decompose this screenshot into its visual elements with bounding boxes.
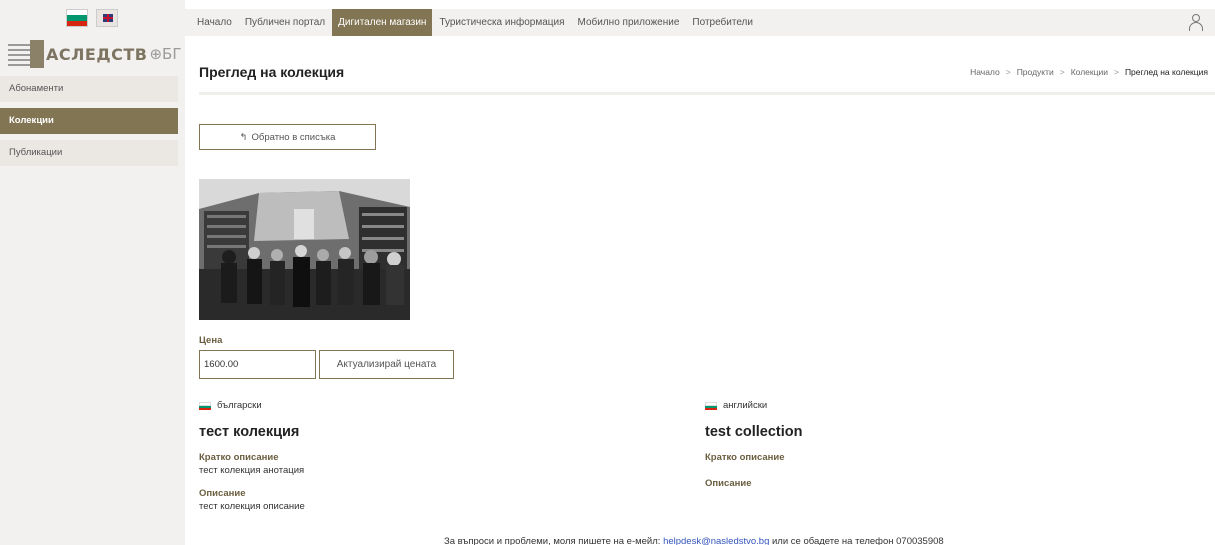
chevron-right-icon: > bbox=[1005, 67, 1011, 77]
price-input[interactable] bbox=[199, 350, 316, 379]
breadcrumb-home[interactable]: Начало bbox=[970, 67, 1000, 77]
collection-name-bg: тест колекция bbox=[199, 424, 300, 440]
footer-contact: За въпроси и проблеми, моля пишете на е-… bbox=[444, 536, 944, 545]
sidebar: АСЛЕДСТВ ⊕БГ Абонаменти Колекции Публика… bbox=[0, 0, 185, 545]
short-description-value-bg: тест колекция анотация bbox=[199, 465, 305, 476]
sidebar-item-collections[interactable]: Колекции bbox=[0, 108, 178, 134]
bulgarian-section: български тест колекция Кратко описание … bbox=[199, 400, 499, 512]
breadcrumb-current: Преглед на колекция bbox=[1124, 67, 1208, 77]
collection-name-en: test collection bbox=[705, 424, 803, 440]
nav-item-home[interactable]: Начало bbox=[197, 9, 232, 36]
breadcrumb-collections[interactable]: Колекции bbox=[1071, 67, 1108, 77]
logo[interactable]: АСЛЕДСТВ ⊕БГ bbox=[8, 40, 181, 68]
nav-item-digital-store[interactable]: Дигитален магазин bbox=[332, 9, 433, 36]
bulgarian-flag-icon bbox=[705, 401, 717, 410]
bulgarian-language-label: български bbox=[217, 400, 262, 411]
breadcrumb: Начало > Продукти > Колекции > Преглед н… bbox=[970, 67, 1208, 77]
collection-photo-illustration bbox=[199, 179, 410, 320]
return-arrow-icon: ↰ bbox=[239, 131, 248, 143]
user-icon[interactable] bbox=[1189, 14, 1203, 31]
short-description-label-bg: Кратко описание bbox=[199, 452, 279, 463]
title-divider bbox=[199, 92, 1215, 95]
chevron-right-icon: > bbox=[1113, 67, 1119, 77]
sidebar-item-subscriptions[interactable]: Абонаменти bbox=[0, 76, 178, 102]
price-label: Цена bbox=[199, 335, 223, 346]
breadcrumb-products[interactable]: Продукти bbox=[1017, 67, 1054, 77]
nav-item-users[interactable]: Потребители bbox=[692, 9, 753, 36]
back-to-list-button[interactable]: ↰ Обратно в списъка bbox=[199, 124, 376, 150]
collection-image bbox=[199, 179, 410, 320]
sidebar-item-publications[interactable]: Публикации bbox=[0, 140, 178, 166]
short-description-label-en: Кратко описание bbox=[705, 452, 785, 463]
back-to-list-label: Обратно в списъка bbox=[251, 131, 336, 143]
english-language-header: английски bbox=[705, 400, 1005, 411]
nav-item-tourist-info[interactable]: Туристическа информация bbox=[439, 9, 564, 36]
logo-text: АСЛЕДСТВ bbox=[46, 44, 148, 64]
logo-tail: ⊕БГ bbox=[149, 45, 182, 63]
bulgarian-flag-icon bbox=[199, 401, 211, 410]
description-label-en: Описание bbox=[705, 478, 752, 489]
nav-item-mobile-app[interactable]: Мобилно приложение bbox=[578, 9, 680, 36]
english-section: английски test collection Кратко описани… bbox=[705, 400, 1005, 489]
sidebar-menu: Абонаменти Колекции Публикации bbox=[0, 76, 178, 172]
bulgarian-language-header: български bbox=[199, 400, 499, 411]
language-switcher bbox=[66, 9, 118, 27]
bulgarian-flag-icon[interactable] bbox=[66, 9, 88, 27]
logo-mark-icon bbox=[8, 40, 46, 68]
footer-suffix: или се обадете на телефон 070035908 bbox=[769, 536, 944, 545]
helpdesk-email-link[interactable]: helpdesk@nasledstvo.bg bbox=[663, 536, 769, 545]
description-label-bg: Описание bbox=[199, 488, 246, 499]
description-value-bg: тест колекция описание bbox=[199, 501, 305, 512]
footer-prefix: За въпроси и проблеми, моля пишете на е-… bbox=[444, 536, 664, 545]
top-navigation: Начало Публичен портал Дигитален магазин… bbox=[185, 9, 1215, 36]
nav-item-public-portal[interactable]: Публичен портал bbox=[245, 9, 325, 36]
chevron-right-icon: > bbox=[1059, 67, 1065, 77]
english-language-label: английски bbox=[723, 400, 768, 411]
update-price-button[interactable]: Актуализирай цената bbox=[319, 350, 454, 379]
page-title: Преглед на колекция bbox=[199, 64, 345, 80]
english-flag-icon[interactable] bbox=[96, 9, 118, 27]
